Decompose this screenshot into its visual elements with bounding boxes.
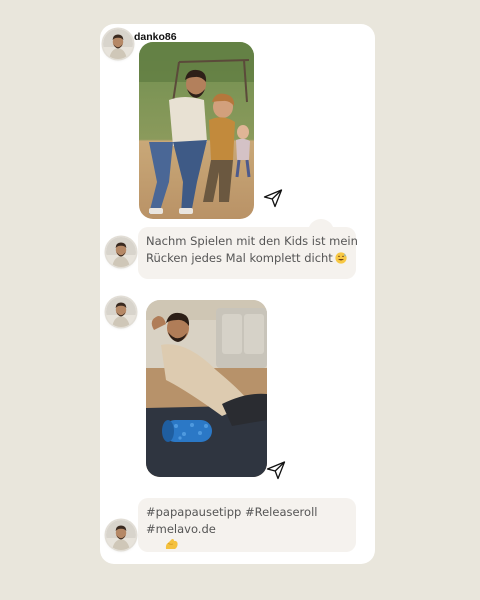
avatar-photo [106,237,136,267]
message-line-with-emoji: Rücken jedes Mal komplett dicht [146,250,348,267]
paper-plane-icon [263,189,283,208]
paper-plane-icon [266,461,286,480]
playground-photo [139,42,254,219]
foam-roller-photo [146,300,267,477]
message-line-text: Rücken jedes Mal komplett dicht [146,251,333,265]
avatar[interactable] [103,29,133,59]
avatar-photo [103,29,133,59]
message-line: #papapausetipp #Releaseroll [146,505,318,519]
flexed-biceps-emoji-icon [164,536,179,551]
message-line: Nachm Spielen mit den Kids ist mein [146,234,358,248]
message-photo-playground[interactable] [139,42,254,219]
avatar-photo [106,520,136,550]
message-photo-foam-roller[interactable] [146,300,267,477]
avatar[interactable] [106,520,136,550]
grinning-sweat-emoji-icon [335,252,347,264]
avatar[interactable] [106,237,136,267]
send-icon[interactable] [263,188,283,208]
send-icon[interactable] [266,460,286,480]
avatar-photo [106,297,136,327]
avatar[interactable] [106,297,136,327]
message-bubble[interactable]: Nachm Spielen mit den Kids ist mein Rück… [138,227,358,279]
